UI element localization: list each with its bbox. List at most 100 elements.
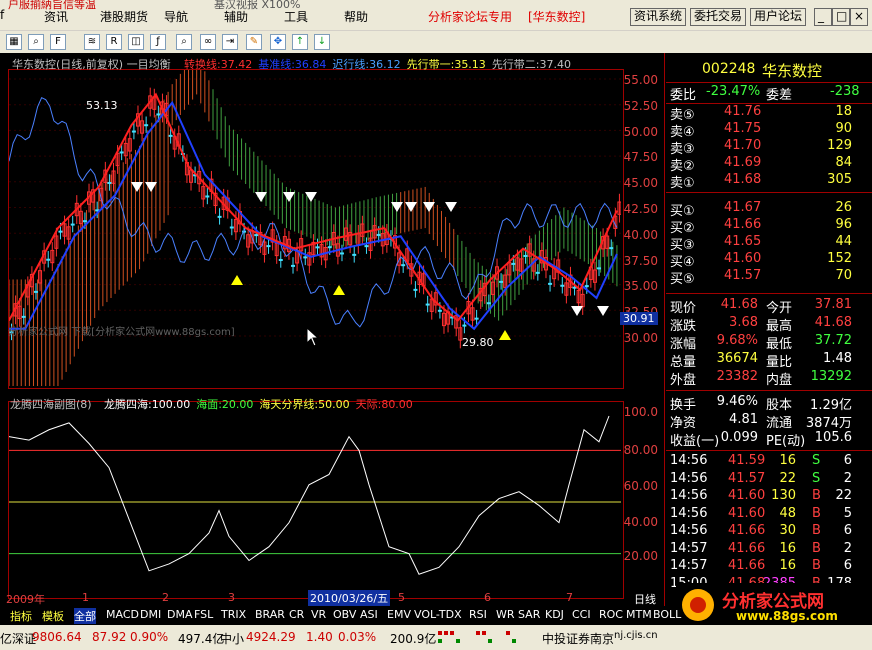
price-axis: 55.00 52.50 50.00 47.50 45.00 42.50 40.00 37.50… [622, 53, 664, 393]
candle-body [315, 246, 320, 249]
stat-label: 最低 [766, 337, 793, 352]
link-icon[interactable]: ∞ [200, 34, 216, 50]
price-tick: 40.00 [623, 227, 658, 242]
tick-vol: 16 [779, 540, 796, 556]
tab-emv[interactable]: EMV [387, 608, 411, 621]
tick-bs: B [812, 558, 821, 573]
tab-dma[interactable]: DMA [167, 608, 193, 621]
tab-sar[interactable]: SAR [518, 608, 540, 621]
tick-vol: 130 [771, 488, 796, 503]
tab-boll[interactable]: BOLL [653, 608, 681, 621]
tick-time: 14:56 [670, 453, 708, 468]
zx-pct: 0.03% [338, 630, 377, 644]
tab-模板[interactable]: 模板 [42, 608, 64, 624]
candle-body [352, 253, 357, 256]
stat-label: 涨幅 [670, 337, 697, 352]
trade-tick-row: 14:56 41.66 30 B 6 [666, 523, 866, 540]
chart-icon[interactable]: ▦ [6, 34, 22, 50]
restore-icon[interactable]: □ [832, 8, 850, 26]
month-tick: 1 [82, 591, 89, 604]
minimize-icon[interactable]: _ [814, 8, 832, 26]
tab-macd[interactable]: MACD [106, 608, 139, 621]
search-2-icon[interactable]: ⌕ [176, 34, 192, 50]
tab-fsl[interactable]: FSL [194, 608, 213, 621]
stat2-value: 1.29亿 [810, 398, 852, 413]
forum-label: 分析家论坛专用 [428, 10, 513, 24]
status-bar: 亿深证 9806.64 87.92 0.90% 497.4亿 中小 4924.2… [0, 625, 872, 650]
tick-count: 5 [843, 505, 852, 521]
period-label[interactable]: 日线 [634, 591, 656, 607]
close-icon[interactable]: × [850, 8, 868, 26]
tab-wr[interactable]: WR [496, 608, 515, 621]
formula-icon[interactable]: ƒ [150, 34, 166, 50]
menu-item-news-clip[interactable]: f [0, 8, 4, 22]
sub-indicator-chart [9, 415, 621, 575]
sz-change: 87.92 [92, 630, 127, 644]
menu-item-help[interactable]: 帮助 [344, 8, 368, 25]
tab-rsi[interactable]: RSI [469, 608, 487, 621]
stat-row: 现价 41.68 今开 37.81 [666, 297, 866, 316]
rsi-icon[interactable]: R [106, 34, 122, 50]
tick-bs: B [812, 488, 821, 503]
f10-icon[interactable]: F [50, 34, 66, 50]
pencil-icon[interactable]: ✎ [246, 34, 262, 50]
tab-cci[interactable]: CCI [572, 608, 591, 621]
tab-kdj[interactable]: KDJ [545, 608, 564, 621]
sell-signal-icon [571, 306, 583, 316]
arrow-down-icon[interactable]: ↓ [314, 34, 330, 50]
buy-signal-icon [231, 275, 243, 285]
tick-count: 6 [843, 453, 852, 468]
tab-trix[interactable]: TRIX [221, 608, 246, 621]
tick-count: 6 [843, 523, 852, 538]
news-system-button[interactable]: 资讯系统 [630, 8, 687, 26]
menu-item-hk-futures[interactable]: 港股期货 [100, 8, 148, 25]
tab-指标[interactable]: 指标 [10, 608, 32, 624]
forum-button[interactable]: 用户论坛 [750, 8, 807, 26]
tick-time: 14:56 [670, 505, 708, 521]
tab-dmi[interactable]: DMI [140, 608, 161, 621]
price-tick: 45.00 [623, 176, 658, 191]
candle-body [462, 324, 467, 327]
menu-item-navigate[interactable]: 导航 [164, 8, 188, 25]
move-icon[interactable]: ✥ [270, 34, 286, 50]
menu-bar: 户服揃納旨信等温 f 资讯 港股期货 导航 辅助 工具 帮助 基汉视报 X100… [0, 0, 872, 30]
tab-cr[interactable]: CR [289, 608, 304, 621]
sell-signal-icon [255, 192, 267, 202]
trade-button[interactable]: 委托交易 [690, 8, 747, 26]
indicator-icon[interactable]: ◫ [128, 34, 144, 50]
tab-全部[interactable]: 全部 [74, 608, 96, 624]
sell-vol: 18 [835, 104, 852, 119]
tick-time: 14:56 [670, 523, 708, 538]
tab-vol-tdx[interactable]: VOL-TDX [414, 608, 462, 621]
stat-row: 外盘 23382 内盘 13292 [666, 369, 866, 388]
stock-code: 002248 [702, 61, 756, 77]
tab-obv[interactable]: OBV [333, 608, 356, 621]
tab-vr[interactable]: VR [311, 608, 326, 621]
tab-roc[interactable]: ROC [599, 608, 623, 621]
tick-count: 2 [843, 540, 852, 556]
tab-brar[interactable]: BRAR [255, 608, 285, 621]
menu-item-news[interactable]: 资讯 [44, 8, 68, 25]
candle-body [21, 315, 26, 318]
arrow-up-icon[interactable]: ↑ [292, 34, 308, 50]
trade-tick-row: 14:56 41.60 48 B 5 [666, 506, 866, 523]
chart-area[interactable]: 华东数控(日线,前复权) 一目均衡 转换线:37.42 基准线:36.84 迟行线:… [0, 53, 665, 606]
sell-row: 卖④ 41.75 90 [666, 121, 866, 140]
sell-vol: 90 [835, 121, 852, 136]
buy-price: 41.65 [724, 234, 762, 249]
sub-axis: 100.0 80.00 60.00 40.00 20.00 [622, 397, 664, 597]
tick-bs: B [812, 523, 821, 538]
month-tick: 2 [162, 591, 169, 604]
tick-time: 14:57 [670, 540, 708, 556]
tab-mtm[interactable]: MTM [626, 608, 652, 621]
stat-label: 今开 [766, 301, 793, 316]
export-icon[interactable]: ⇥ [222, 34, 238, 50]
candle-body [70, 223, 75, 226]
candle-body [266, 245, 271, 248]
month-tick: 5 [398, 591, 405, 604]
sell-vol: 305 [827, 172, 852, 187]
kline-icon[interactable]: ≋ [84, 34, 100, 50]
tab-asi[interactable]: ASI [360, 608, 378, 621]
trade-ticks[interactable]: 14:56 41.59 16 S 6 14:56 41.57 22 S 2 14:56 41.60 13… [666, 453, 872, 598]
search-icon[interactable]: ⌕ [28, 34, 44, 50]
